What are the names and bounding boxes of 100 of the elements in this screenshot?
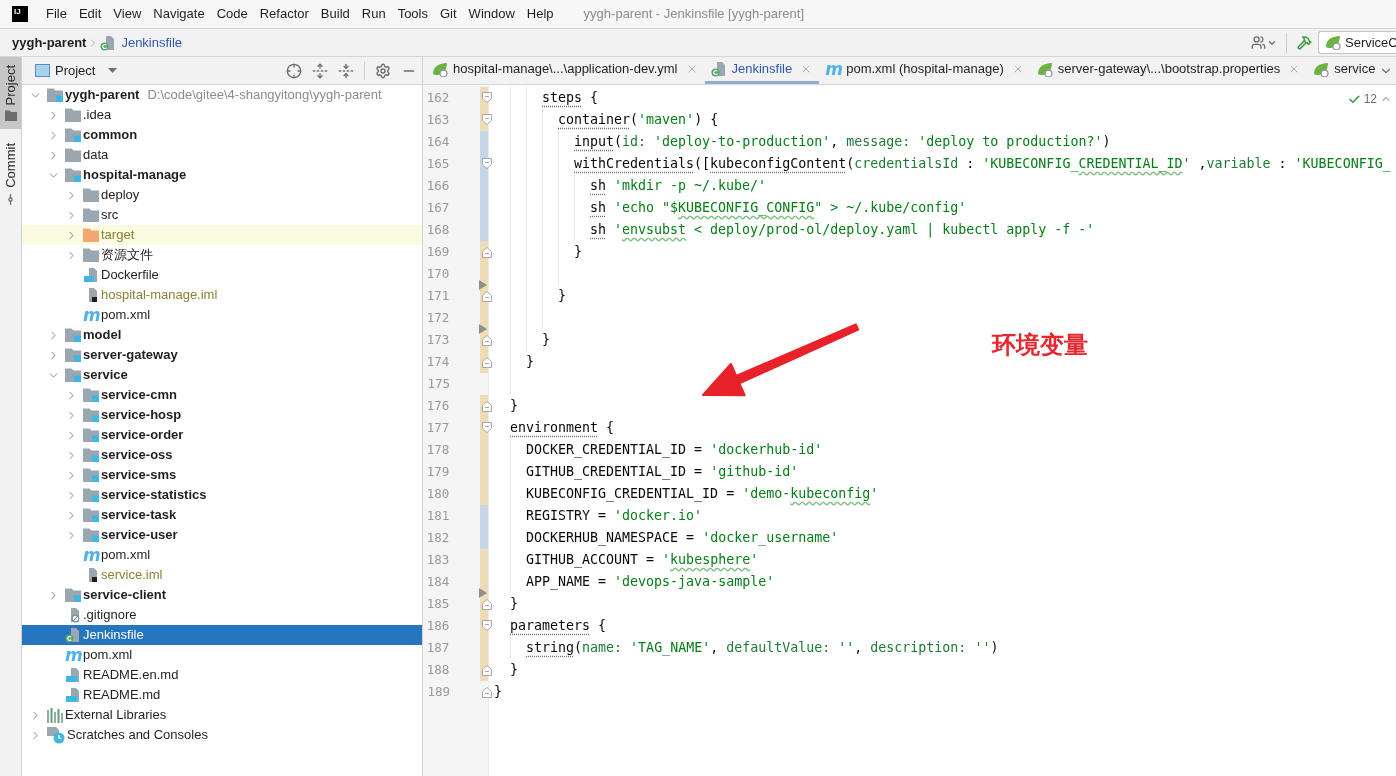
folder-icon (65, 108, 81, 122)
line-number: 188 (426, 660, 450, 679)
caret-down-icon (108, 68, 118, 73)
fold-icon[interactable] (482, 620, 492, 631)
fold-icon[interactable] (482, 114, 492, 125)
module-folder-icon (65, 168, 81, 182)
fold-icon[interactable] (482, 401, 492, 412)
tree-item[interactable]: Dockerfile (101, 265, 159, 285)
scratches-icon (47, 726, 65, 744)
menu-item[interactable]: Build (314, 3, 356, 25)
editor-tab[interactable]: m pom.xml (hospital-manage) (819, 57, 1031, 84)
fold-icon[interactable] (482, 92, 492, 103)
tree-item[interactable]: .idea (83, 105, 112, 125)
tree-item[interactable]: README.en.md (83, 665, 179, 685)
collapse-all-icon[interactable] (338, 62, 354, 79)
fold-icon[interactable] (482, 158, 492, 169)
tree-item[interactable]: Jenkinsfile (83, 625, 144, 645)
code-line: } (510, 661, 518, 680)
m-glyph-icon: m (83, 308, 99, 322)
editor-tab[interactable]: server-gateway\...\bootstrap.properties (1030, 57, 1308, 84)
tree-item[interactable]: pom.xml (101, 305, 151, 325)
code-line: input(id: 'deploy-to-production', message: 'deploy to production?') (574, 133, 1111, 152)
tree-item[interactable]: service-oss (101, 445, 173, 465)
tree-item[interactable]: service-client (83, 585, 167, 605)
module-folder-icon (83, 528, 99, 542)
editor-tab[interactable]: Jenkinsfile (704, 57, 820, 84)
menu-item[interactable]: Window (462, 3, 521, 25)
folder-icon (4, 110, 17, 122)
line-number: 164 (426, 132, 450, 151)
fold-icon[interactable] (482, 291, 492, 302)
leaf-icon (1325, 35, 1341, 50)
check-icon[interactable] (1347, 92, 1361, 106)
tree-item[interactable]: pom.xml (101, 545, 151, 565)
menu-item[interactable]: File (40, 3, 73, 25)
tree-item[interactable]: hospital-manage (83, 165, 187, 185)
tree-item[interactable]: service (83, 365, 128, 385)
menu-item[interactable]: Tools (391, 3, 434, 25)
users-icon[interactable] (1251, 35, 1266, 50)
folder-icon (83, 208, 99, 222)
tree-item[interactable]: pom.xml (83, 645, 133, 665)
menu-item[interactable]: Refactor (253, 3, 315, 25)
fold-icon[interactable] (482, 335, 492, 346)
inspection-count[interactable]: 12 (1363, 90, 1377, 108)
tree-item[interactable]: deploy (101, 185, 140, 205)
tree-item[interactable]: service.iml (101, 565, 163, 585)
menu-item[interactable]: Navigate (147, 3, 211, 25)
fold-icon[interactable] (482, 247, 492, 258)
tree-item[interactable]: common (83, 125, 138, 145)
menu-item[interactable]: Code (210, 3, 254, 25)
tree-item[interactable]: service-statistics (101, 485, 207, 505)
menu-item[interactable]: Git (434, 3, 463, 25)
folder-icon (83, 228, 99, 242)
tree-item[interactable]: server-gateway (83, 345, 178, 365)
menu-item[interactable]: View (107, 3, 148, 25)
code-line: container('maven') { (558, 111, 719, 130)
tree-item[interactable]: service-user (101, 525, 178, 545)
tree-item[interactable]: External Libraries (65, 705, 167, 725)
tree-item[interactable]: model (83, 325, 122, 345)
tree-item[interactable]: service-cmn (101, 385, 177, 405)
folder-icon (83, 248, 99, 262)
module-folder-icon (65, 588, 81, 602)
tree-item[interactable]: Scratches and Consoles (67, 725, 208, 745)
fold-icon[interactable] (482, 357, 492, 368)
tree-item[interactable]: src (101, 205, 119, 225)
tree-item[interactable]: hospital-manage.iml (101, 285, 218, 305)
settings-icon[interactable] (375, 62, 391, 79)
tree-item[interactable]: data (83, 145, 109, 165)
expand-all-icon[interactable] (312, 62, 328, 79)
menu-item[interactable]: Edit (72, 3, 108, 25)
code-line: environment { (510, 419, 615, 438)
code-line: } (542, 331, 550, 350)
editor-tab[interactable]: service (1307, 57, 1383, 84)
crosshair-icon[interactable] (286, 62, 302, 79)
tree-item[interactable]: .gitignore (83, 605, 137, 625)
fold-icon[interactable] (482, 687, 492, 698)
tree-item[interactable]: target (101, 225, 135, 245)
code-line: steps { (542, 89, 599, 108)
window-icon (35, 64, 50, 77)
breadcrumb-item[interactable]: yygh-parent (12, 32, 87, 53)
tree-item[interactable]: service-hosp (101, 405, 182, 425)
editor-tab[interactable]: hospital-manage\...\application-dev.yml (426, 57, 705, 84)
menu-item[interactable]: Help (520, 3, 560, 25)
view-selector[interactable]: Project (35, 60, 118, 81)
hammer-icon[interactable] (1297, 35, 1312, 50)
tree-item[interactable]: service-task (101, 505, 177, 525)
tool-window-tab[interactable]: Commit (0, 135, 21, 215)
tree-item[interactable]: service-sms (101, 465, 177, 485)
fold-icon[interactable] (482, 665, 492, 676)
tree-item[interactable]: 资源文件 (101, 245, 153, 265)
menu-item[interactable]: Run (355, 3, 392, 25)
fold-icon[interactable] (482, 422, 492, 433)
breadcrumb-item[interactable]: Jenkinsfile (121, 32, 183, 53)
file-icon (65, 667, 81, 683)
leaf-icon (1313, 61, 1330, 77)
fold-icon[interactable] (482, 599, 492, 610)
tool-window-tab[interactable]: Project (0, 57, 21, 130)
tree-item[interactable]: README.md (83, 685, 161, 705)
tree-item[interactable]: service-order (101, 425, 184, 445)
tree-item[interactable]: yygh-parent (65, 85, 140, 105)
line-number: 167 (426, 198, 450, 217)
